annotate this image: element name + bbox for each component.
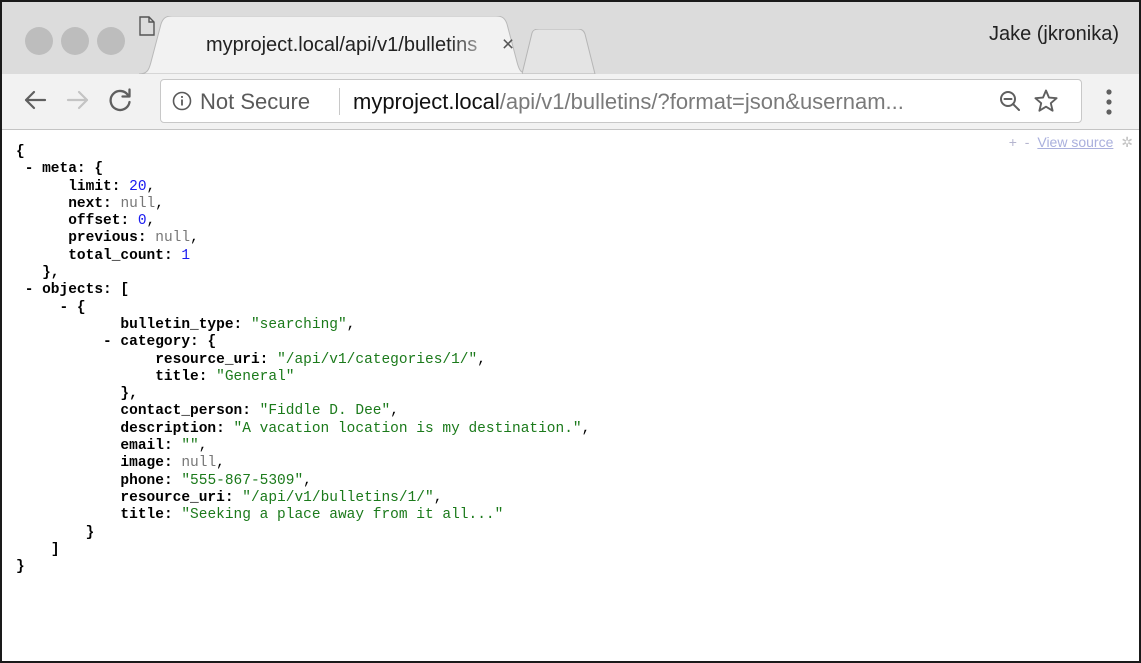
json-null: null bbox=[120, 195, 156, 212]
json-line: ] bbox=[50, 541, 60, 558]
json-line: - objects: [ bbox=[24, 282, 130, 299]
json-string: "General" bbox=[216, 368, 295, 385]
json-line: phone: "555-867-5309", bbox=[120, 472, 312, 489]
json-line: - { bbox=[59, 299, 86, 316]
close-window-button[interactable] bbox=[25, 27, 53, 55]
json-line: total_count: 1 bbox=[68, 247, 191, 264]
json-line: }, bbox=[120, 386, 138, 403]
tab-strip: myproject.local/api/v1/bulletins × Jake … bbox=[2, 2, 1139, 74]
json-string: "Fiddle D. Dee" bbox=[259, 403, 391, 420]
json-line: title: "General" bbox=[155, 368, 295, 385]
zoom-out-icon[interactable] bbox=[998, 89, 1022, 113]
json-line: resource_uri: "/api/v1/bulletins/1/", bbox=[120, 489, 443, 506]
json-string: "/api/v1/bulletins/1/" bbox=[242, 489, 434, 506]
url-text[interactable]: myproject.local/api/v1/bulletins/?format… bbox=[353, 89, 985, 115]
profile-name[interactable]: Jake (jkronika) bbox=[989, 23, 1119, 46]
json-key: meta bbox=[42, 161, 77, 178]
json-viewer-toolbar: + - View source ✲ bbox=[1009, 134, 1133, 151]
json-line: offset: 0, bbox=[68, 213, 156, 230]
kebab-menu-icon[interactable] bbox=[1105, 87, 1113, 117]
json-number: 1 bbox=[181, 247, 191, 264]
json-number: 20 bbox=[129, 178, 147, 195]
collapse-toggle[interactable]: - bbox=[60, 300, 69, 316]
collapse-toggle[interactable]: - bbox=[103, 334, 112, 350]
json-line: next: null, bbox=[68, 195, 164, 212]
json-line: resource_uri: "/api/v1/categories/1/", bbox=[155, 351, 486, 368]
json-line: description: "A vacation location is my … bbox=[120, 420, 591, 437]
json-tree: { - meta: { limit: 20, next: null, offse… bbox=[16, 144, 590, 576]
bookmark-star-icon[interactable] bbox=[1033, 88, 1059, 114]
json-string: "/api/v1/categories/1/" bbox=[277, 351, 478, 368]
json-line: image: null, bbox=[120, 455, 225, 472]
gear-icon[interactable]: ✲ bbox=[1121, 134, 1133, 151]
view-source-link[interactable]: View source bbox=[1037, 134, 1113, 150]
json-line: contact_person: "Fiddle D. Dee", bbox=[120, 403, 399, 420]
collapse-all-button[interactable]: - bbox=[1025, 134, 1030, 150]
url-host: myproject.local bbox=[353, 89, 500, 114]
json-line: } bbox=[16, 559, 25, 576]
json-line: { bbox=[16, 144, 25, 160]
json-string: "" bbox=[181, 438, 199, 455]
json-line: - category: { bbox=[103, 334, 217, 351]
json-null: null bbox=[181, 455, 217, 472]
json-line: } bbox=[85, 524, 95, 541]
back-arrow-icon[interactable] bbox=[21, 86, 49, 114]
omnibox-divider bbox=[339, 88, 340, 115]
json-line: limit: 20, bbox=[68, 178, 156, 195]
url-path: /api/v1/bulletins/?format=json&usernam..… bbox=[499, 89, 904, 114]
tab-title: myproject.local/api/v1/bulletins bbox=[206, 34, 478, 56]
json-line: previous: null, bbox=[68, 230, 199, 247]
page-icon bbox=[139, 16, 155, 36]
json-key: objects bbox=[42, 282, 104, 299]
page-content: + - View source ✲ { - meta: { limit: 20,… bbox=[2, 131, 1139, 661]
address-bar[interactable]: Not Secure myproject.local/api/v1/bullet… bbox=[160, 79, 1082, 123]
tab-close-icon[interactable]: × bbox=[497, 33, 519, 57]
toolbar: Not Secure myproject.local/api/v1/bullet… bbox=[2, 74, 1139, 130]
forward-arrow-icon[interactable] bbox=[64, 86, 92, 114]
json-string: "searching" bbox=[250, 316, 347, 333]
browser-window: myproject.local/api/v1/bulletins × Jake … bbox=[0, 0, 1141, 663]
zoom-window-button[interactable] bbox=[97, 27, 125, 55]
json-number: 0 bbox=[137, 213, 147, 230]
reload-icon[interactable] bbox=[106, 86, 134, 114]
json-string: "Seeking a place away from it all..." bbox=[181, 507, 504, 524]
json-string: "A vacation location is my destination." bbox=[233, 420, 582, 437]
json-null: null bbox=[155, 230, 191, 247]
minimize-window-button[interactable] bbox=[61, 27, 89, 55]
json-string: "555-867-5309" bbox=[181, 472, 304, 489]
json-line: title: "Seeking a place away from it all… bbox=[120, 507, 504, 524]
tab-active[interactable]: myproject.local/api/v1/bulletins × bbox=[139, 16, 529, 74]
json-line: - meta: { bbox=[24, 161, 104, 178]
info-icon[interactable] bbox=[172, 91, 192, 111]
json-line: bulletin_type: "searching", bbox=[120, 316, 356, 333]
json-line: }, bbox=[42, 265, 60, 282]
security-label[interactable]: Not Secure bbox=[200, 89, 310, 115]
collapse-toggle[interactable]: - bbox=[25, 161, 34, 177]
json-line: email: "", bbox=[120, 438, 208, 455]
new-tab-button[interactable] bbox=[522, 29, 598, 74]
expand-all-button[interactable]: + bbox=[1009, 134, 1017, 150]
collapse-toggle[interactable]: - bbox=[25, 282, 34, 298]
